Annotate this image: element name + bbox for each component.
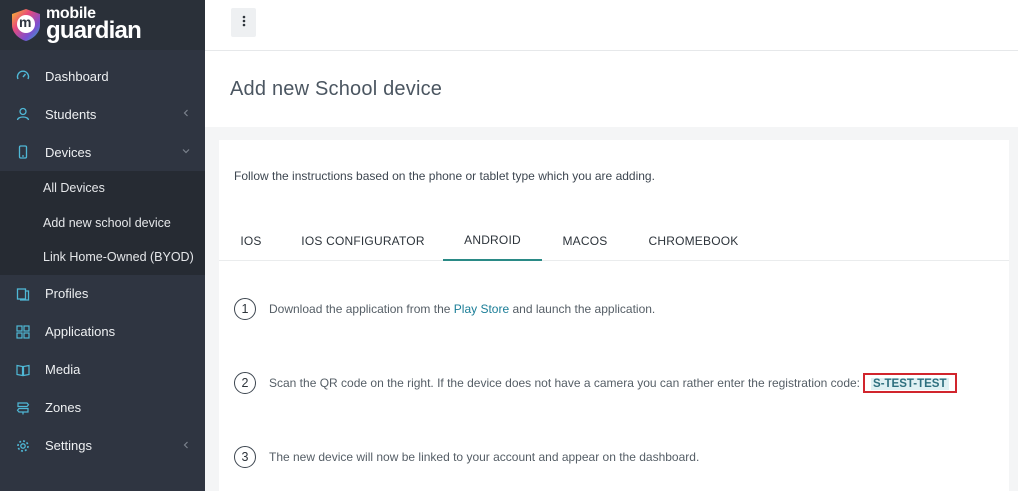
step-text: Download the application from the Play S… [269, 302, 655, 316]
chevron-down-icon [180, 145, 192, 157]
signpost-icon [16, 401, 30, 415]
sidebar-item-label: Dashboard [45, 68, 109, 84]
logo[interactable]: m mobile guardian [0, 0, 205, 50]
grid-icon [16, 324, 30, 339]
step-number: 1 [234, 298, 256, 320]
tab-ios-configurator[interactable]: IOS CONFIGURATOR [288, 220, 438, 261]
phone-icon [16, 145, 30, 159]
sidebar-item-label: Applications [45, 324, 116, 339]
kebab-icon [242, 14, 246, 32]
tab-ios[interactable]: IOS [229, 220, 273, 261]
chevron-left-icon [180, 439, 192, 451]
gear-icon [16, 439, 30, 453]
chevron-left-icon [180, 107, 192, 119]
step-text: The new device will now be linked to you… [269, 450, 700, 464]
sidebar: m mobile guardian Dashboard Students Dev… [0, 0, 205, 491]
book-icon [16, 363, 30, 377]
sidebar-item-label: Devices [45, 144, 92, 160]
play-store-link[interactable]: Play Store [454, 302, 509, 316]
sidebar-subitem-all-devices[interactable]: All Devices [0, 171, 205, 206]
sidebar-item-profiles[interactable]: Profiles [0, 275, 205, 313]
tab-chromebook[interactable]: CHROMEBOOK [637, 220, 750, 261]
step-number: 2 [234, 372, 256, 394]
tab-android[interactable]: ANDROID [443, 220, 542, 261]
step-text: Scan the QR code on the right. If the de… [269, 376, 861, 390]
step-number: 3 [234, 446, 256, 468]
step-1: 1 Download the application from the Play… [234, 298, 655, 320]
registration-code-highlight: S-TEST-TEST [863, 373, 957, 393]
sidebar-nav: Dashboard Students Devices All Devices A… [0, 57, 205, 465]
sidebar-subitem-add-school-device[interactable]: Add new school device [0, 206, 205, 241]
sidebar-item-label: Profiles [45, 286, 89, 301]
sidebar-item-media[interactable]: Media [0, 351, 205, 389]
profiles-icon [16, 287, 30, 301]
sidebar-item-dashboard[interactable]: Dashboard [0, 57, 205, 95]
sidebar-item-settings[interactable]: Settings [0, 427, 205, 465]
logo-line-2: guardian [46, 16, 142, 44]
step-text-pre: Download the application from the [269, 302, 454, 316]
page-header: Add new School device [205, 51, 1018, 127]
top-bar [205, 0, 1018, 51]
sidebar-subitem-link-byod[interactable]: Link Home-Owned (BYOD) [0, 240, 205, 275]
sidebar-item-label: Media [45, 362, 81, 377]
logo-badge-letter: m [19, 14, 32, 30]
sidebar-item-label: Zones [45, 400, 82, 415]
sidebar-item-applications[interactable]: Applications [0, 313, 205, 351]
tab-macos[interactable]: MACOS [550, 220, 620, 261]
step-2: 2 Scan the QR code on the right. If the … [234, 372, 957, 394]
instructions-card: Follow the instructions based on the pho… [219, 140, 1009, 491]
sidebar-item-label: Settings [45, 438, 92, 453]
registration-code[interactable]: S-TEST-TEST [871, 378, 949, 390]
sidebar-item-label: Students [45, 106, 97, 122]
intro-text: Follow the instructions based on the pho… [234, 169, 655, 183]
step-3: 3 The new device will now be linked to y… [234, 446, 699, 468]
sidebar-item-devices[interactable]: Devices [0, 133, 205, 171]
mobile-guardian-logo-icon: m [10, 8, 42, 42]
device-type-tabs: IOS IOS CONFIGURATOR ANDROID MACOS CHROM… [219, 220, 1009, 261]
step-text-post: and launch the application. [509, 302, 656, 316]
page-title: Add new School device [230, 78, 443, 100]
sidebar-item-students[interactable]: Students [0, 95, 205, 133]
sidebar-item-zones[interactable]: Zones [0, 389, 205, 427]
gauge-icon [16, 69, 30, 83]
devices-submenu: All Devices Add new school device Link H… [0, 171, 205, 275]
user-icon [16, 107, 30, 121]
more-options-button[interactable] [231, 8, 256, 37]
